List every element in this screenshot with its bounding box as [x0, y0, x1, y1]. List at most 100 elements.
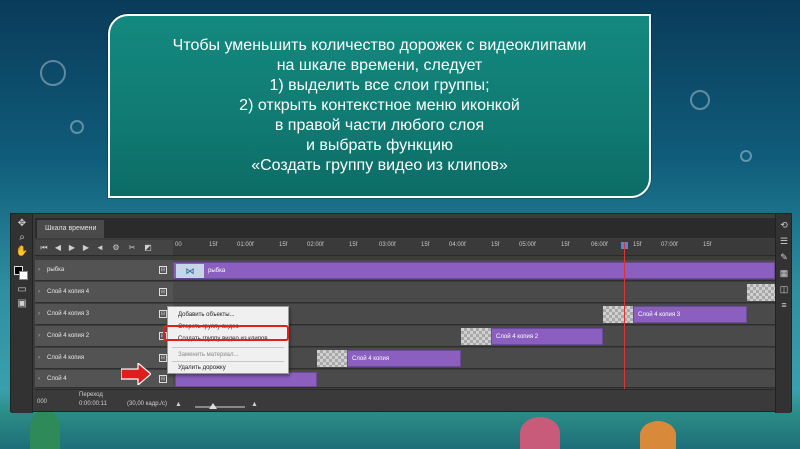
ruler-tick: 15f: [703, 242, 712, 248]
video-clip[interactable]: ⋈ рыбка: [173, 262, 775, 279]
expand-caret-icon[interactable]: ›: [38, 282, 40, 303]
channels-icon[interactable]: ≡: [779, 300, 789, 310]
background-color-swatch[interactable]: [19, 271, 28, 280]
seaweed-decoration: [30, 409, 60, 449]
transition-label[interactable]: Переход: [79, 392, 103, 398]
layer-row[interactable]: › Слой 4 копия 2 ⊟: [35, 326, 173, 347]
tab-timeline[interactable]: Шкала времени: [37, 220, 105, 238]
hand-tool-icon[interactable]: ✋: [15, 246, 29, 258]
ruler-tick: 01:00f: [237, 242, 254, 248]
coral-decoration: [520, 417, 560, 449]
video-clip[interactable]: [175, 372, 317, 387]
zoom-in-icon[interactable]: ▲: [251, 401, 258, 408]
ruler-tick: 00: [175, 242, 182, 248]
menu-separator: [172, 347, 284, 348]
layer-name: Слой 4: [47, 376, 67, 382]
bubble-decoration: [740, 150, 752, 162]
menu-item-replace-media: Заменить материал...: [178, 352, 239, 358]
instruction-line: Чтобы уменьшить количество дорожек с вид…: [172, 37, 587, 54]
layer-name: рыбка: [47, 267, 65, 273]
ruler-tick: 03:00f: [379, 242, 396, 248]
layer-menu-icon[interactable]: ⊟: [159, 310, 167, 318]
highlight-frame: [163, 325, 289, 341]
next-frame-icon[interactable]: ▶: [81, 242, 91, 254]
expand-caret-icon[interactable]: ›: [38, 304, 40, 325]
layer-name: Слой 4 копия 3: [47, 311, 90, 317]
right-dock: ⟲ ☰ ✎ ▦ ◫ ≡: [775, 214, 791, 413]
zoom-control[interactable]: ▲ ▲: [175, 390, 375, 412]
instruction-line: и выбрать функцию: [305, 137, 454, 154]
history-icon[interactable]: ⟲: [779, 220, 789, 230]
video-clip[interactable]: Слой 4 копия: [347, 350, 461, 367]
audio-icon[interactable]: ◄: [95, 242, 105, 254]
current-timecode: 0:00:00:11: [79, 401, 107, 407]
layer-row[interactable]: › рыбка ⊟: [35, 260, 173, 281]
layer-row[interactable]: › Слой 4 копия ⊟: [35, 348, 173, 369]
brush-icon[interactable]: ✎: [779, 252, 789, 262]
ruler-tick: 15f: [279, 242, 288, 248]
layer-menu-icon[interactable]: ⊟: [159, 375, 167, 383]
menu-item-add-media[interactable]: Добавить объекты...: [168, 309, 288, 321]
empty-clip-thumbnail: [747, 284, 775, 301]
layer-row[interactable]: › Слой 4 копия 3 ⊟: [35, 304, 173, 325]
instruction-line: 1) выделить все слои группы;: [269, 77, 490, 94]
bubble-decoration: [40, 60, 66, 86]
layer-menu-icon[interactable]: ⊟: [159, 288, 167, 296]
ruler-tick: 04:00f: [449, 242, 466, 248]
layer-menu-icon[interactable]: ⊟: [159, 266, 167, 274]
bubble-decoration: [70, 120, 84, 134]
instruction-line: «Создать группу видео из клипов»: [251, 157, 508, 174]
zoom-slider-knob[interactable]: [209, 403, 217, 409]
tools-panel: ✥ ⌕ ✋ ▭ ▣: [11, 214, 33, 413]
clip-label: Слой 4 копия 2: [496, 334, 539, 340]
layers-icon[interactable]: ◫: [779, 284, 789, 294]
time-ruler[interactable]: 00 15f 01:00f 15f 02:00f 15f 03:00f 15f …: [173, 240, 775, 256]
split-icon[interactable]: ✂: [127, 242, 137, 254]
zoom-tool-icon[interactable]: ⌕: [15, 232, 29, 244]
layer-row[interactable]: › Слой 4 ⊟: [35, 370, 173, 388]
frame-rate: (30,00 кадр./с): [127, 401, 167, 407]
instruction-line: 2) открыть контекстное меню иконкой: [239, 97, 520, 114]
instruction-line: в правой части любого слоя: [274, 117, 485, 134]
ruler-tick: 15f: [633, 242, 642, 248]
menu-item-delete-track[interactable]: Удалить дорожку: [168, 362, 288, 374]
video-clip[interactable]: Слой 4 копия 2: [491, 328, 603, 345]
layer-name: Слой 4 копия 2: [47, 333, 90, 339]
screen-mode-icon[interactable]: ▣: [15, 298, 29, 310]
expand-caret-icon[interactable]: ›: [38, 260, 40, 281]
play-icon[interactable]: ▶: [67, 242, 77, 254]
layer-track[interactable]: [173, 282, 775, 303]
fish-thumbnail: ⋈: [176, 264, 204, 278]
first-frame-icon[interactable]: ⏮: [39, 242, 49, 254]
layer-name: Слой 4 копия: [47, 355, 85, 361]
playhead-line: [624, 242, 625, 400]
zoom-slider-track[interactable]: [195, 406, 245, 408]
clip-label: рыбка: [208, 268, 226, 274]
expand-caret-icon[interactable]: ›: [38, 348, 40, 369]
empty-clip-thumbnail: [317, 350, 347, 367]
quick-mask-icon[interactable]: ▭: [15, 284, 29, 296]
empty-clip-thumbnail: [461, 328, 491, 345]
ruler-tick: 15f: [421, 242, 430, 248]
move-tool-icon[interactable]: ✥: [15, 218, 29, 230]
ruler-tick: 05:00f: [519, 242, 536, 248]
ruler-tick: 15f: [561, 242, 570, 248]
expand-caret-icon[interactable]: ›: [38, 370, 40, 388]
swatches-icon[interactable]: ▦: [779, 268, 789, 278]
properties-icon[interactable]: ☰: [779, 236, 789, 246]
zoom-out-icon[interactable]: ▲: [175, 401, 182, 408]
transition-icon[interactable]: ◩: [143, 242, 153, 254]
settings-icon[interactable]: ⚙: [111, 242, 121, 254]
layer-track[interactable]: ⋈ рыбка: [173, 260, 775, 281]
coral-decoration: [640, 421, 676, 449]
prev-frame-icon[interactable]: ◀: [53, 242, 63, 254]
bubble-decoration: [690, 90, 710, 110]
clip-label: Слой 4 копия 3: [638, 312, 681, 318]
video-clip[interactable]: Слой 4 копия 3: [633, 306, 747, 323]
red-arrow-icon: [121, 363, 151, 385]
expand-caret-icon[interactable]: ›: [38, 326, 40, 347]
ruler-tick: 07:00f: [661, 242, 678, 248]
layer-row[interactable]: › Слой 4 копия 4 ⊟: [35, 282, 173, 303]
timeline-status-bar: 000 Переход 0:00:00:11 (30,00 кадр./с) ▲…: [35, 389, 775, 411]
layer-menu-icon[interactable]: ⊟: [159, 354, 167, 362]
